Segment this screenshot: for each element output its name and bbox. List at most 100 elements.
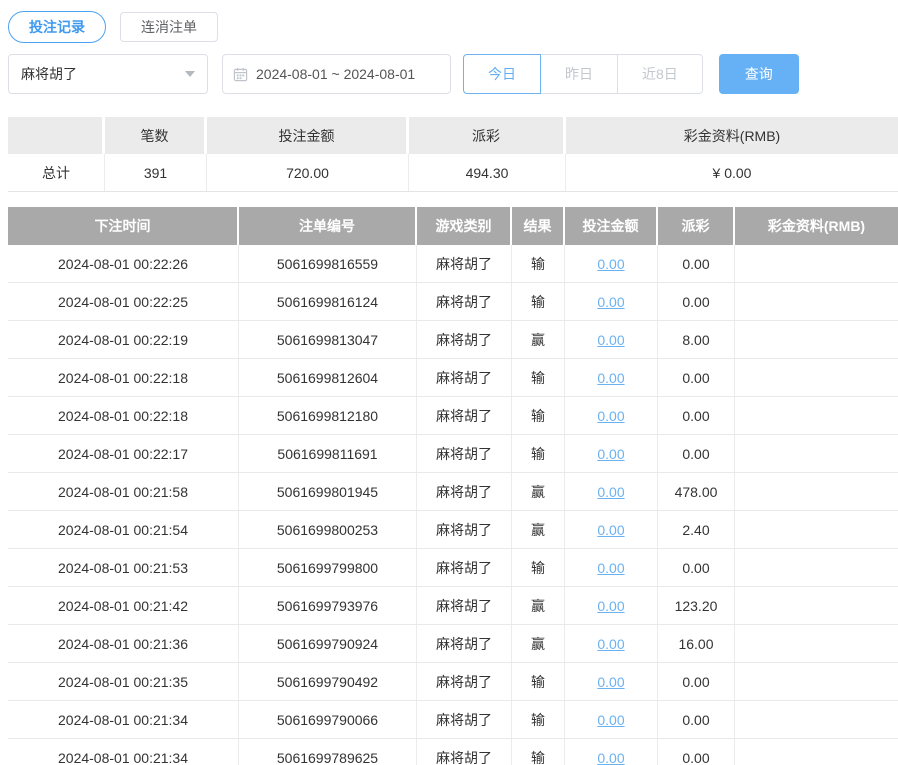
bonus-cell <box>735 283 898 320</box>
bet-amount-cell: 0.00 <box>565 359 658 396</box>
bet-amount-link[interactable]: 0.00 <box>597 674 624 690</box>
summary-header-bet-amount: 投注金额 <box>207 117 409 154</box>
header-bonus: 彩金资料(RMB) <box>735 207 898 245</box>
payout-cell: 0.00 <box>658 435 735 472</box>
quick-date-button-group: 今日 昨日 近8日 <box>463 54 703 94</box>
bet-amount-cell: 0.00 <box>565 511 658 548</box>
bet-table: 下注时间 注单编号 游戏类别 结果 投注金额 派彩 彩金资料(RMB) 2024… <box>8 207 898 765</box>
bonus-cell <box>735 625 898 662</box>
bet-amount-link[interactable]: 0.00 <box>597 294 624 310</box>
game-type-cell: 麻将胡了 <box>417 739 512 765</box>
order-id-cell: 5061699800253 <box>239 511 417 548</box>
bet-time-cell: 2024-08-01 00:21:34 <box>8 701 239 738</box>
bonus-cell <box>735 473 898 510</box>
payout-cell: 16.00 <box>658 625 735 662</box>
result-cell: 赢 <box>512 473 565 510</box>
game-type-cell: 麻将胡了 <box>417 283 512 320</box>
bet-amount-link[interactable]: 0.00 <box>597 712 624 728</box>
date-range-picker[interactable]: 2024-08-01 ~ 2024-08-01 <box>222 54 451 94</box>
order-id-cell: 5061699816559 <box>239 245 417 282</box>
game-type-cell: 麻将胡了 <box>417 397 512 434</box>
bonus-cell <box>735 435 898 472</box>
order-id-cell: 5061699812604 <box>239 359 417 396</box>
order-id-cell: 5061699811691 <box>239 435 417 472</box>
yesterday-button[interactable]: 昨日 <box>540 54 618 94</box>
payout-cell: 8.00 <box>658 321 735 358</box>
bet-amount-link[interactable]: 0.00 <box>597 408 624 424</box>
game-type-cell: 麻将胡了 <box>417 587 512 624</box>
tab-bet-records[interactable]: 投注记录 <box>8 11 106 43</box>
header-game-type: 游戏类别 <box>417 207 512 245</box>
summary-total-count: 391 <box>105 154 207 191</box>
header-payout: 派彩 <box>658 207 735 245</box>
payout-cell: 0.00 <box>658 739 735 765</box>
result-cell: 输 <box>512 245 565 282</box>
bet-amount-link[interactable]: 0.00 <box>597 560 624 576</box>
bet-table-body: 2024-08-01 00:22:265061699816559麻将胡了输0.0… <box>8 245 898 765</box>
bet-amount-link[interactable]: 0.00 <box>597 484 624 500</box>
bet-time-cell: 2024-08-01 00:22:19 <box>8 321 239 358</box>
bet-time-cell: 2024-08-01 00:21:54 <box>8 511 239 548</box>
bet-amount-link[interactable]: 0.00 <box>597 598 624 614</box>
date-range-value: 2024-08-01 ~ 2024-08-01 <box>256 66 415 82</box>
order-id-cell: 5061699790066 <box>239 701 417 738</box>
bonus-cell <box>735 359 898 396</box>
chevron-down-icon <box>185 71 195 77</box>
result-cell: 输 <box>512 283 565 320</box>
today-button[interactable]: 今日 <box>463 54 541 94</box>
bet-time-cell: 2024-08-01 00:21:58 <box>8 473 239 510</box>
bet-amount-link[interactable]: 0.00 <box>597 522 624 538</box>
order-id-cell: 5061699801945 <box>239 473 417 510</box>
bet-amount-cell: 0.00 <box>565 321 658 358</box>
table-row: 2024-08-01 00:22:195061699813047麻将胡了赢0.0… <box>8 321 898 359</box>
game-type-cell: 麻将胡了 <box>417 663 512 700</box>
payout-cell: 2.40 <box>658 511 735 548</box>
summary-total-row: 总计 391 720.00 494.30 ¥ 0.00 <box>8 154 898 192</box>
page: 投注记录 连消注单 麻将胡了 2024- <box>0 0 898 765</box>
bet-time-cell: 2024-08-01 00:22:17 <box>8 435 239 472</box>
bonus-cell <box>735 663 898 700</box>
summary-header-payout: 派彩 <box>409 117 566 154</box>
bet-time-cell: 2024-08-01 00:22:18 <box>8 359 239 396</box>
result-cell: 输 <box>512 549 565 586</box>
game-type-cell: 麻将胡了 <box>417 473 512 510</box>
bet-amount-link[interactable]: 0.00 <box>597 636 624 652</box>
summary-total-label: 总计 <box>8 154 105 191</box>
bet-table-header-row: 下注时间 注单编号 游戏类别 结果 投注金额 派彩 彩金资料(RMB) <box>8 207 898 245</box>
bet-amount-link[interactable]: 0.00 <box>597 332 624 348</box>
bet-amount-link[interactable]: 0.00 <box>597 256 624 272</box>
bet-amount-cell: 0.00 <box>565 739 658 765</box>
header-result: 结果 <box>512 207 565 245</box>
table-row: 2024-08-01 00:21:345061699789625麻将胡了输0.0… <box>8 739 898 765</box>
result-cell: 输 <box>512 435 565 472</box>
tabs-row: 投注记录 连消注单 <box>8 10 898 44</box>
bet-time-cell: 2024-08-01 00:21:35 <box>8 663 239 700</box>
game-select[interactable]: 麻将胡了 <box>8 54 208 94</box>
tab-cancelled-bets[interactable]: 连消注单 <box>120 12 218 42</box>
result-cell: 赢 <box>512 321 565 358</box>
bonus-cell <box>735 587 898 624</box>
payout-cell: 0.00 <box>658 701 735 738</box>
table-row: 2024-08-01 00:21:585061699801945麻将胡了赢 0.0… <box>8 473 898 511</box>
result-cell: 赢 <box>512 511 565 548</box>
search-button[interactable]: 查询 <box>719 54 799 94</box>
result-cell: 输 <box>512 739 565 765</box>
bet-amount-link[interactable]: 0.00 <box>597 370 624 386</box>
bet-amount-link[interactable]: 0.00 <box>597 446 624 462</box>
last-8-days-button[interactable]: 近8日 <box>617 54 703 94</box>
bet-amount-cell: 0.00 <box>565 435 658 472</box>
header-bet-amount: 投注金额 <box>565 207 658 245</box>
game-type-cell: 麻将胡了 <box>417 245 512 282</box>
payout-cell: 0.00 <box>658 549 735 586</box>
bet-amount-cell: 0.00 <box>565 663 658 700</box>
bet-amount-cell: 0.00 <box>565 397 658 434</box>
bet-amount-cell: 0.00 <box>565 473 658 510</box>
payout-cell: 0.00 <box>658 283 735 320</box>
table-row: 2024-08-01 00:21:355061699790492麻将胡了输0.0… <box>8 663 898 701</box>
summary-header-count: 笔数 <box>105 117 207 154</box>
bet-time-cell: 2024-08-01 00:21:36 <box>8 625 239 662</box>
bet-time-cell: 2024-08-01 00:22:26 <box>8 245 239 282</box>
table-row: 2024-08-01 00:21:535061699799800麻将胡了输0.0… <box>8 549 898 587</box>
bet-amount-link[interactable]: 0.00 <box>597 750 624 765</box>
bet-time-cell: 2024-08-01 00:21:34 <box>8 739 239 765</box>
